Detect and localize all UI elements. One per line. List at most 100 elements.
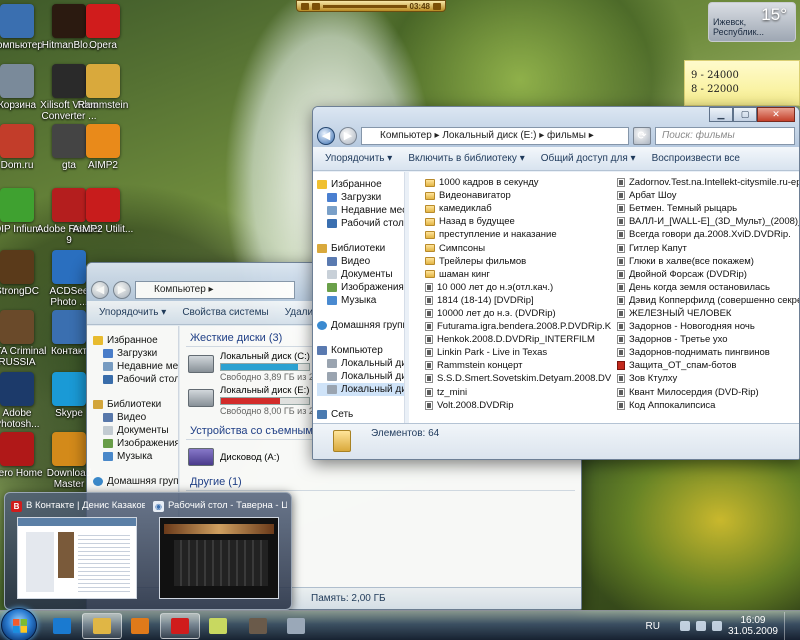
file-item[interactable]: S.S.D.Smert.Sovetskim.Detyam.2008.DVDRip (425, 372, 611, 385)
search-input[interactable]: Поиск: фильмы (655, 127, 795, 145)
file-item[interactable]: Всегда говори да.2008.XviD.DVDRip. (617, 228, 799, 241)
nav-music[interactable]: Музыка (341, 294, 376, 307)
minimize-button[interactable]: ▁ (709, 107, 733, 122)
file-item[interactable]: Volt.2008.DVDRip (425, 399, 611, 412)
tray-icon[interactable] (679, 621, 690, 631)
media-player-gadget[interactable]: 03:48 (296, 0, 446, 12)
prev-icon[interactable] (301, 2, 309, 10)
maximize-button[interactable]: ▢ (733, 107, 757, 122)
file-item[interactable]: tz_mini (425, 386, 611, 399)
folder-item[interactable]: камедиклаб (425, 202, 611, 215)
file-item[interactable]: Zadornov.Test.na.Intellekt-citysmile.ru-… (617, 176, 799, 189)
file-item[interactable]: ВАЛЛ-И_[WALL-E]_(3D_Мульт)_(2008)_DVDRip (617, 215, 799, 228)
nav-network[interactable]: Сеть (331, 408, 353, 421)
play-icon[interactable] (312, 2, 320, 10)
nav-libraries[interactable]: Библиотеки (331, 242, 385, 255)
include-in-library-button[interactable]: Включить в библиотеку ▾ (408, 153, 524, 164)
nav-recent[interactable]: Недавние места (341, 204, 404, 217)
system-properties-button[interactable]: Свойства системы (182, 307, 268, 318)
taskbar-button[interactable] (160, 613, 200, 639)
address-segment[interactable]: Компьютер (154, 284, 206, 295)
file-item[interactable]: 10000 лет до н.э. (DVDRip) (425, 307, 611, 320)
file-item[interactable]: 1814 (18-14) [DVDRip] (425, 294, 611, 307)
address-bar[interactable]: Компьютер ▸ (135, 281, 295, 299)
clock[interactable]: 16:09 31.05.2009 (728, 615, 778, 637)
folder-item[interactable]: Видеонавигатор (425, 189, 611, 202)
nav-drive[interactable]: Локальный диск (341, 357, 404, 370)
preview-vkontakte[interactable]: B В Контакте | Денис Казаков - ... (11, 499, 145, 603)
file-item[interactable]: Гитлер Капут (617, 241, 799, 254)
films-window[interactable]: ▁ ▢ ✕ ◀ ▶ Компьютер ▸ Локальный диск (E:… (312, 106, 800, 460)
breadcrumb-films[interactable]: фильмы (547, 130, 586, 141)
desktop-icon[interactable]: Rammstein (70, 64, 136, 111)
file-item[interactable]: Futurama.igra.bendera.2008.P.DVDRip.KINO… (425, 320, 611, 333)
file-item[interactable]: 10 000 лет до н.э(отл.кач.) (425, 281, 611, 294)
desktop-icon[interactable]: Opera (70, 4, 136, 51)
file-item[interactable]: Henkok.2008.D.DVDRip_INTERFILM (425, 333, 611, 346)
refresh-button[interactable]: ⟳ (633, 127, 651, 145)
address-bar[interactable]: Компьютер ▸ Локальный диск (E:) ▸ фильмы… (361, 127, 629, 145)
volume-icon[interactable] (695, 621, 706, 631)
nav-downloads[interactable]: Загрузки (117, 347, 157, 360)
forward-button[interactable]: ▶ (339, 127, 357, 145)
start-button[interactable] (1, 608, 37, 640)
nav-video[interactable]: Видео (117, 411, 146, 424)
taskbar-button[interactable] (82, 613, 122, 639)
nav-documents[interactable]: Документы (117, 424, 169, 437)
nav-pictures[interactable]: Изображения (117, 437, 178, 450)
nav-libraries[interactable]: Библиотеки (107, 398, 161, 411)
forward-button[interactable]: ▶ (113, 281, 131, 299)
file-item[interactable]: Задорнов-поднимать пингвинов (617, 346, 799, 359)
nav-desktop[interactable]: Рабочий стол (117, 373, 178, 386)
close-button[interactable]: ✕ (757, 107, 795, 122)
nav-downloads[interactable]: Загрузки (341, 191, 381, 204)
file-item[interactable]: Квант Милосердия (DVD-Rip) (617, 386, 799, 399)
file-item[interactable]: Linkin Park - Live in Texas (425, 346, 611, 359)
show-desktop-button[interactable] (784, 612, 794, 640)
other-header[interactable]: Другие (1) (186, 470, 575, 491)
nav-favorites[interactable]: Избранное (331, 178, 382, 191)
taskbar-button[interactable] (238, 613, 278, 639)
nav-recent[interactable]: Недавние места (117, 360, 178, 373)
nav-desktop[interactable]: Рабочий стол (341, 217, 404, 230)
file-item[interactable]: Бетмен. Темный рыцарь (617, 202, 799, 215)
seek-bar[interactable] (323, 4, 407, 8)
file-item[interactable]: Арбат Шоу (617, 189, 799, 202)
language-indicator[interactable]: RU (645, 621, 659, 632)
file-item[interactable]: Зов Ктулху (617, 372, 799, 385)
folder-item[interactable]: шаман кинг (425, 268, 611, 281)
desktop-icon[interactable]: AIMP2 Utilit... (70, 188, 136, 235)
breadcrumb-computer[interactable]: Компьютер (380, 130, 432, 141)
folder-item[interactable]: Симпсоны (425, 241, 611, 254)
file-item[interactable]: Двойной Форсаж (DVDRip) (617, 268, 799, 281)
nav-computer[interactable]: Компьютер (331, 344, 383, 357)
taskbar-button[interactable] (198, 613, 238, 639)
nav-pictures[interactable]: Изображения (341, 281, 404, 294)
weather-gadget[interactable]: 15° Ижевск, Республик... (708, 2, 796, 42)
file-item[interactable]: Защита_ОТ_спам-ботов (617, 359, 799, 372)
next-icon[interactable] (433, 2, 441, 10)
file-item[interactable]: Задорнов - Новогодняя ночь (617, 320, 799, 333)
nav-homegroup[interactable]: Домашняя группа (107, 475, 178, 488)
preview-desktop-tavern[interactable]: ◉ Рабочий стол - Таверна - Цит... (153, 499, 287, 603)
back-button[interactable]: ◀ (91, 281, 109, 299)
file-item[interactable]: Rammstein концерт (425, 359, 611, 372)
folder-item[interactable]: преступление и наказание (425, 228, 611, 241)
play-all-button[interactable]: Воспроизвести все (652, 153, 740, 164)
folder-item[interactable]: Назад в будущее (425, 215, 611, 228)
file-item[interactable]: Задорнов - Третье ухо (617, 333, 799, 346)
nav-favorites[interactable]: Избранное (107, 334, 158, 347)
nav-music[interactable]: Музыка (117, 450, 152, 463)
nav-drive-selected[interactable]: Локальный диск (341, 383, 404, 396)
organize-button[interactable]: Упорядочить ▾ (99, 307, 166, 318)
share-with-button[interactable]: Общий доступ для ▾ (541, 153, 636, 164)
nav-drive[interactable]: Локальный диск (341, 370, 404, 383)
file-item[interactable]: Глюки в халве(все покажем) (617, 255, 799, 268)
desktop-icon[interactable]: AIMP2 (70, 124, 136, 171)
sticky-note[interactable]: 9 - 24000 8 - 22000 (684, 60, 800, 106)
nav-documents[interactable]: Документы (341, 268, 393, 281)
nav-video[interactable]: Видео (341, 255, 370, 268)
breadcrumb-disk-e[interactable]: Локальный диск (E:) (442, 130, 536, 141)
file-item[interactable]: Код Аппокалипсиса (617, 399, 799, 412)
folder-item[interactable]: Трейлеры фильмов (425, 255, 611, 268)
